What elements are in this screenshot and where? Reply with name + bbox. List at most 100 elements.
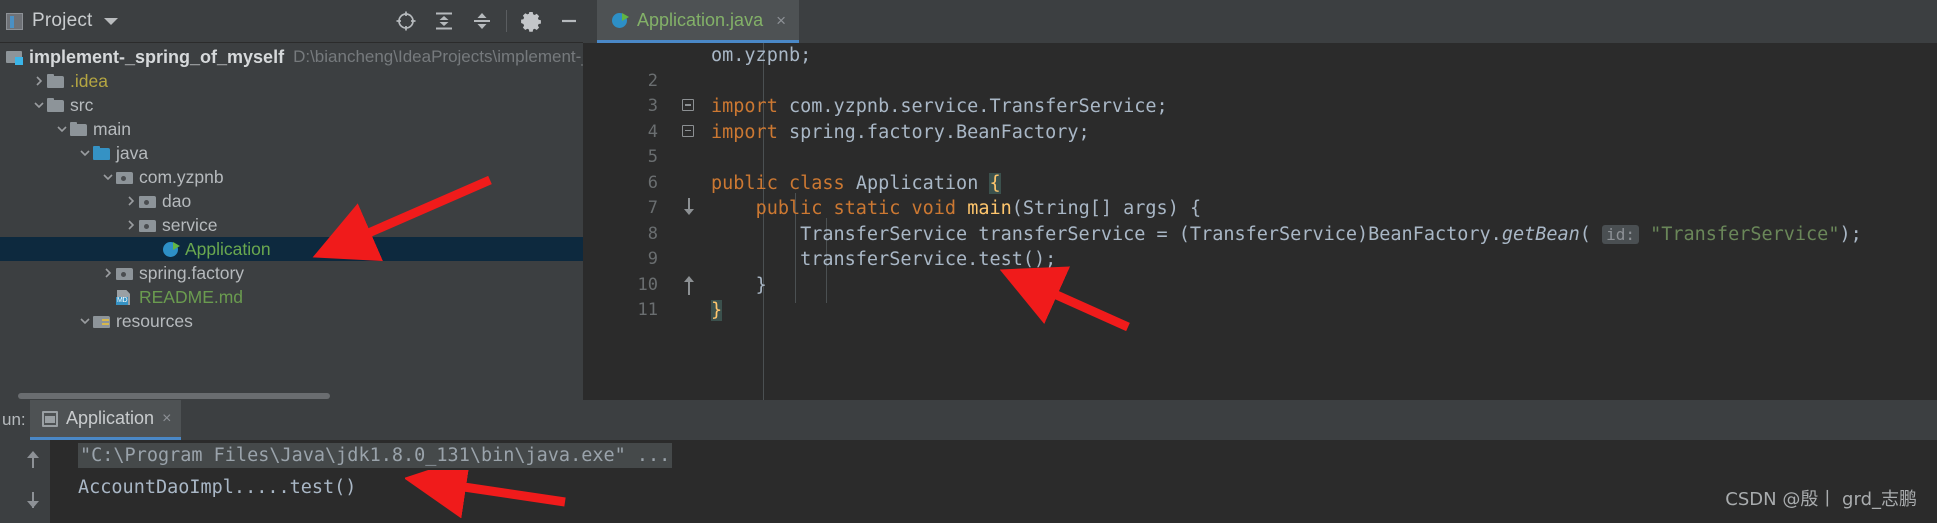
- keyword-public: public: [711, 172, 778, 194]
- statement-end: );: [1839, 223, 1862, 245]
- chevron-right-icon[interactable]: [123, 213, 139, 237]
- line-text: public class Application {: [711, 171, 1937, 197]
- tree-row-project-root[interactable]: implement-_spring_of_myself D:\biancheng…: [0, 45, 594, 69]
- project-title-group[interactable]: Project: [6, 10, 118, 32]
- console-command-text: "C:\Program Files\Java\jdk1.8.0_131\bin\…: [78, 443, 673, 468]
- line-text: public static void main(String[] args) {: [711, 196, 1937, 222]
- line-number: 2: [647, 70, 658, 91]
- chevron-down-icon[interactable]: [31, 93, 47, 117]
- tree-row-src[interactable]: src: [0, 93, 594, 117]
- project-root-label: implement-_spring_of_myself: [29, 46, 285, 67]
- keyword-import: import: [711, 96, 778, 117]
- fold-column: [671, 222, 711, 248]
- chevron-down-icon[interactable]: [77, 309, 93, 333]
- project-tool-window: Project implement-_spring_of_myself D:\b…: [0, 0, 594, 400]
- console-output[interactable]: "C:\Program Files\Java\jdk1.8.0_131\bin\…: [0, 440, 1937, 523]
- fold-collapse-icon[interactable]: [682, 99, 695, 112]
- tree-row-application[interactable]: Application: [0, 237, 594, 261]
- package-icon: [139, 218, 156, 232]
- editor-area: Application.java × om.yzpnb; 2 3 import …: [583, 0, 1937, 400]
- chevron-right-icon[interactable]: [100, 261, 116, 285]
- folder-icon: [47, 98, 64, 112]
- scroll-up-icon[interactable]: [23, 450, 43, 470]
- chevron-down-icon[interactable]: [100, 165, 116, 189]
- console-gutter: [0, 440, 50, 523]
- code-line-7: 7 public static void main(String[] args)…: [583, 196, 1937, 222]
- tree-row-resources[interactable]: resources: [0, 309, 594, 333]
- code-line-11: 11 }: [583, 298, 1937, 324]
- run-tab-application[interactable]: Application ×: [30, 400, 182, 440]
- tree-row-com-yzpnb[interactable]: com.yzpnb: [0, 165, 594, 189]
- expand-all-icon[interactable]: [425, 2, 463, 40]
- line-number: 8: [647, 223, 658, 244]
- code-line-9: 9 transferService.test();: [583, 247, 1937, 273]
- project-horizontal-scrollbar[interactable]: [0, 392, 594, 400]
- fold-column[interactable]: [671, 273, 711, 299]
- project-panel-header: Project: [0, 0, 594, 43]
- chevron-right-icon[interactable]: [31, 69, 47, 93]
- console-line: "C:\Program Files\Java\jdk1.8.0_131\bin\…: [50, 440, 1937, 472]
- fold-collapse-icon[interactable]: [682, 124, 695, 138]
- fold-region-icon[interactable]: [684, 198, 694, 218]
- chevron-down-icon[interactable]: [54, 117, 70, 141]
- keyword-static: static: [833, 198, 901, 219]
- chevron-right-icon[interactable]: [123, 189, 139, 213]
- code-editor[interactable]: om.yzpnb; 2 3 import com.yzpnb.service.T…: [583, 43, 1937, 400]
- close-icon[interactable]: ×: [776, 12, 786, 29]
- fold-column: [671, 43, 711, 69]
- code-line-2: 2: [583, 69, 1937, 95]
- tree-row-java[interactable]: java: [0, 141, 594, 165]
- project-tree[interactable]: implement-_spring_of_myself D:\biancheng…: [0, 43, 594, 333]
- parameter-hint: id:: [1602, 224, 1639, 244]
- folder-res-icon: [93, 314, 110, 328]
- fold-column: [671, 171, 711, 197]
- fold-region-end-icon[interactable]: [684, 275, 694, 296]
- scrollbar-thumb[interactable]: [18, 393, 330, 399]
- line-text: transferService.test();: [711, 247, 1937, 273]
- console-lines: "C:\Program Files\Java\jdk1.8.0_131\bin\…: [50, 440, 1937, 523]
- run-window-label: un:: [2, 410, 26, 429]
- settings-gear-icon[interactable]: [512, 2, 550, 40]
- console-window-icon: [42, 410, 58, 427]
- chevron-down-icon[interactable]: [77, 141, 93, 165]
- line-number: 9: [647, 249, 658, 269]
- md-icon: [116, 290, 133, 305]
- fold-column[interactable]: [671, 196, 711, 222]
- tree-row-main[interactable]: main: [0, 117, 594, 141]
- line-text: }: [711, 273, 1937, 299]
- tree-node-label: dao: [162, 190, 192, 211]
- csdn-watermark: CSDN @殷丨 grd_志鹏: [1725, 489, 1917, 510]
- scroll-down-icon[interactable]: [23, 490, 43, 510]
- project-view-icon: [6, 12, 23, 30]
- folder-icon: [47, 74, 64, 88]
- locate-in-tree-icon[interactable]: [387, 2, 425, 40]
- run-tab-label: Application: [66, 408, 155, 428]
- line-number: 10: [637, 274, 658, 295]
- chevron-down-icon[interactable]: [103, 17, 118, 25]
- package-icon: [139, 194, 156, 208]
- package-icon: [116, 266, 133, 280]
- tree-row-service[interactable]: service: [0, 213, 594, 237]
- toolbar-separator: [506, 10, 507, 32]
- code-line-8: 8 TransferService transferService = (Tra…: [583, 222, 1937, 248]
- keyword-import: import: [711, 121, 778, 143]
- fold-column[interactable]: [671, 120, 711, 146]
- tree-node-label: Application: [185, 238, 271, 259]
- class-run-icon: [162, 242, 180, 257]
- tree-row-spring-factory[interactable]: spring.factory: [0, 261, 594, 285]
- tree-node-label: com.yzpnb: [139, 166, 224, 187]
- import1-value: com.yzpnb.service.TransferService;: [777, 96, 1168, 117]
- tree-row-readme-md[interactable]: README.md: [0, 285, 594, 309]
- run-tool-window: un: Application × "C:\Program Files\Java…: [0, 400, 1937, 523]
- tree-node-label: src: [70, 94, 94, 115]
- close-icon[interactable]: ×: [162, 410, 171, 428]
- project-panel-title: Project: [32, 10, 93, 31]
- tree-node-label: README.md: [139, 286, 244, 307]
- fold-column[interactable]: [671, 94, 711, 120]
- tab-application-java[interactable]: Application.java ×: [597, 0, 800, 43]
- tree-row-dao[interactable]: dao: [0, 189, 594, 213]
- collapse-all-icon[interactable]: [463, 2, 501, 40]
- tree-row--idea[interactable]: .idea: [0, 69, 594, 93]
